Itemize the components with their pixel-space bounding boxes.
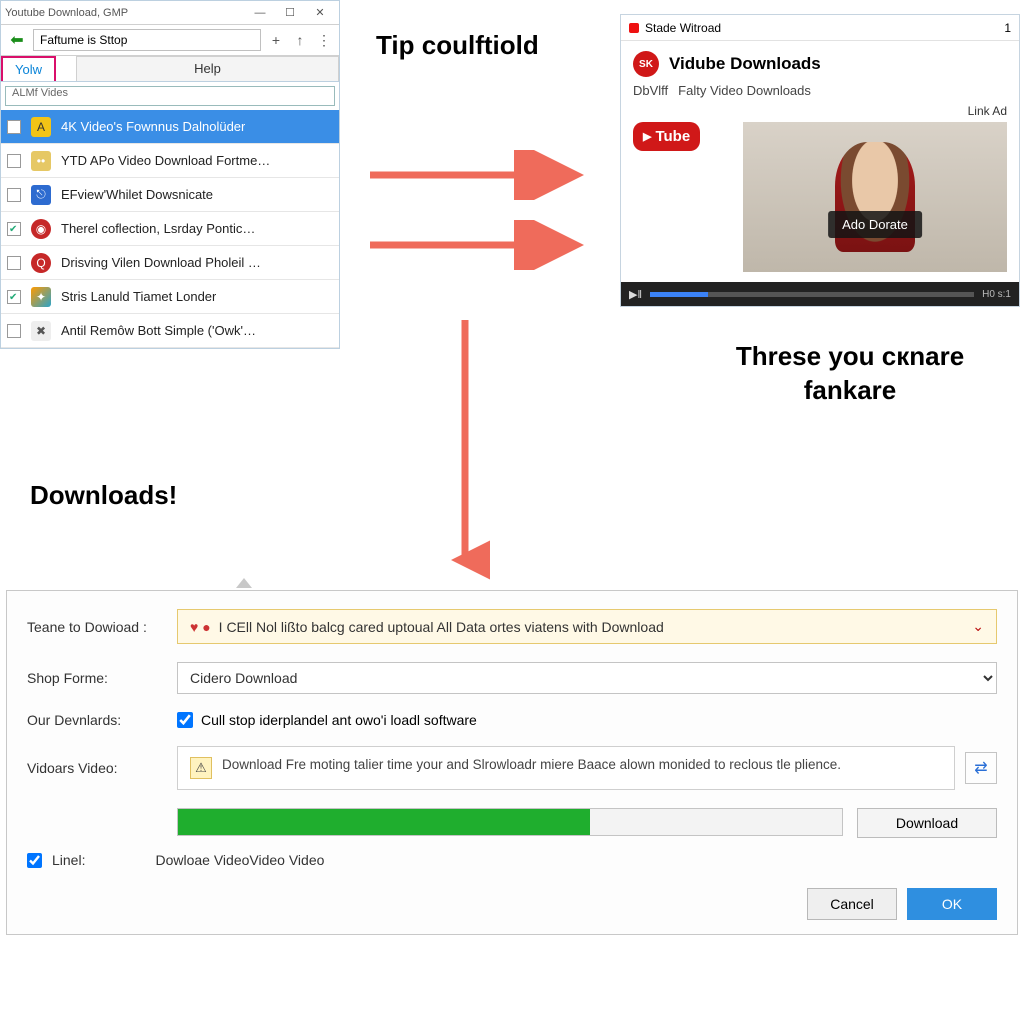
kebab-menu-icon[interactable]: ⋮ [315, 32, 333, 49]
app-icon: ✖ [31, 321, 51, 341]
address-input[interactable] [33, 29, 261, 51]
checkbox-icon[interactable] [7, 256, 21, 270]
video-thumbnail[interactable]: Ado Dorate [743, 122, 1007, 272]
close-icon[interactable]: ✕ [305, 6, 335, 19]
label-linel: Linel: [52, 852, 85, 868]
checkbox-icon[interactable] [7, 154, 21, 168]
youtube-badge[interactable]: Tube [633, 122, 733, 272]
downloader-list: A 4K Video's Fownnus Dalnolüder •• YTD A… [1, 110, 339, 348]
cancel-button[interactable]: Cancel [807, 888, 897, 920]
list-item[interactable]: ◉ Therel coflection, Lsrday Pontic… [1, 212, 339, 246]
card-sub-right: Falty Video Downloads [678, 83, 811, 98]
app-icon: ⎋ [31, 185, 51, 205]
seek-track[interactable] [650, 292, 974, 297]
checkbox-icon[interactable] [7, 120, 21, 134]
back-arrow-icon[interactable]: ⬅ [7, 30, 27, 50]
download-button[interactable]: Download [857, 808, 997, 838]
checkbox-icon[interactable] [7, 222, 21, 236]
tab-yolw[interactable]: Yolw [1, 56, 56, 81]
heading-downloads: Downloads! [30, 480, 177, 511]
download-settings-dialog: Teane to Dowioad : ♥ ● I CEll Nol lißto … [6, 590, 1018, 935]
info-text: Download Fre moting talier time your and… [222, 757, 841, 772]
upload-icon[interactable]: ↑ [291, 32, 309, 48]
card-sub-left: DbVlff [633, 83, 668, 98]
tab-help[interactable]: Help [76, 56, 339, 81]
app-icon: Q [31, 253, 51, 273]
youtube-badge-label: Tube [633, 122, 700, 151]
label-shop: Shop Forme: [27, 670, 177, 686]
app-icon: ✦ [31, 287, 51, 307]
share-button[interactable]: ⇄ [965, 752, 997, 784]
window-title: Youtube Download, GMP [5, 7, 245, 19]
stop-software-checkbox[interactable] [177, 712, 193, 728]
tab-bar: Yolw Help [1, 56, 339, 82]
label-vids: Vidoars Video: [27, 760, 177, 776]
channel-avatar-icon[interactable]: SK [633, 51, 659, 77]
list-item-label: Stris Lanuld Tiamet Londer [61, 289, 216, 304]
maximize-icon[interactable]: ☐ [275, 6, 305, 19]
list-item[interactable]: Q Drisving Vilen Download Pholeil … [1, 246, 339, 280]
time-label: H0 s:1 [982, 289, 1011, 300]
arrow-down-icon [440, 320, 490, 580]
checkbox-icon[interactable] [7, 290, 21, 304]
app-icon: ◉ [31, 219, 51, 239]
dialog-pointer-icon [236, 578, 252, 588]
list-item[interactable]: A 4K Video's Fownnus Dalnolüder [1, 110, 339, 144]
new-tab-icon[interactable]: + [267, 32, 285, 48]
card-titlebar[interactable]: Stade Witroad 1 [621, 15, 1019, 41]
address-toolbar: ⬅ + ↑ ⋮ [1, 25, 339, 56]
status-text: Dowloae VideoVideo Video [155, 852, 324, 868]
app-icon: •• [31, 151, 51, 171]
label-our: Our Devnlards: [27, 712, 177, 728]
window-titlebar[interactable]: Youtube Download, GMP — ☐ ✕ [1, 1, 339, 25]
list-item-label: YTD APo Video Download Fortme… [61, 153, 270, 168]
format-select[interactable]: Cidero Download [177, 662, 997, 694]
list-item[interactable]: ⎋ EFview'Whilet Dowsnicate [1, 178, 339, 212]
play-pause-icon[interactable]: ▶ǁ [629, 288, 642, 301]
ok-button[interactable]: OK [907, 888, 997, 920]
youtube-dot-icon [629, 23, 639, 33]
arrow-right-icon [370, 220, 590, 270]
checkbox-icon[interactable] [7, 188, 21, 202]
heading-threse: Threse you cкnare fankare [720, 340, 980, 408]
label-teane: Teane to Dowioad : [27, 619, 177, 635]
filter-field[interactable]: ALMf Vides [5, 86, 335, 106]
dialog-footer: Cancel OK [27, 888, 997, 920]
warning-banner[interactable]: ♥ ● I CEll Nol lißto balcg cared uptoual… [177, 609, 997, 644]
list-item-label: Therel coflection, Lsrday Pontic… [61, 221, 255, 236]
app-icon: A [31, 117, 51, 137]
heart-dot-icon: ♥ ● [190, 619, 211, 635]
linel-checkbox[interactable] [27, 853, 42, 868]
video-preview-window: Stade Witroad 1 SK Vidube Downloads DbVl… [620, 14, 1020, 307]
video-progress-bar[interactable]: ▶ǁ H0 s:1 [621, 282, 1019, 306]
info-panel: ⚠ Download Fre moting talier time your a… [177, 746, 955, 790]
list-item-label: 4K Video's Fownnus Dalnolüder [61, 119, 245, 134]
card-window-title: Stade Witroad [645, 21, 721, 35]
downloader-list-window: Youtube Download, GMP — ☐ ✕ ⬅ + ↑ ⋮ Yolw… [0, 0, 340, 349]
arrow-right-icon [370, 150, 590, 200]
list-item[interactable]: •• YTD APo Video Download Fortme… [1, 144, 339, 178]
warning-triangle-icon: ⚠ [190, 757, 212, 779]
checkbox-icon[interactable] [7, 324, 21, 338]
card-window-number: 1 [1004, 21, 1011, 35]
minimize-icon[interactable]: — [245, 7, 275, 19]
list-item[interactable]: ✖ Antil Remôw Bott Simple ('Owk'… [1, 314, 339, 348]
list-item-label: EFview'Whilet Dowsnicate [61, 187, 213, 202]
checkbox-label: Cull stop iderplandel ant owo'i loadl so… [201, 712, 477, 728]
card-header: SK Vidube Downloads DbVlff Falty Video D… [621, 41, 1019, 104]
overlay-donate-button[interactable]: Ado Dorate [828, 211, 922, 238]
heading-tip: Tip coulftiold [376, 30, 539, 61]
download-progress-bar [177, 808, 843, 836]
chevron-down-icon[interactable]: ⌄ [972, 618, 984, 635]
list-item-label: Antil Remôw Bott Simple ('Owk'… [61, 323, 256, 338]
list-item-label: Drisving Vilen Download Pholeil … [61, 255, 261, 270]
warning-text: I CEll Nol lißto balcg cared uptoual All… [219, 619, 664, 635]
card-title: Vidube Downloads [669, 54, 821, 74]
link-ad-label[interactable]: Link Ad [621, 104, 1019, 122]
list-item[interactable]: ✦ Stris Lanuld Tiamet Londer [1, 280, 339, 314]
